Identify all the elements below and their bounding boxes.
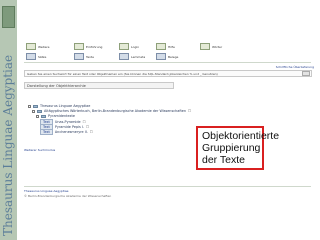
tree-checkbox[interactable] <box>28 104 31 108</box>
search-bar[interactable]: Geben Sie einen Suchwort für einen Text … <box>24 70 312 77</box>
tree-checkbox[interactable] <box>36 114 39 118</box>
sidebar-title: Thesaurus Linguae Aegyptiae <box>1 54 15 236</box>
toolbar-icon <box>156 43 166 50</box>
section-title: Darstellung der Objekthierarchie <box>24 82 174 89</box>
toolbar-item-4[interactable]: Hilfe <box>156 43 175 50</box>
toolbar-item-1[interactable]: Weitere <box>26 43 50 50</box>
toolbar-icon <box>119 53 129 60</box>
tree-item[interactable]: Text Anchenesmeryre II. ☐ <box>40 129 93 135</box>
top-right-link[interactable]: Schriftliche Überlieferung <box>276 65 314 69</box>
footer-line-1[interactable]: Thesaurus Linguae Aegyptiae <box>24 189 69 193</box>
toolbar-item-2[interactable]: Einführung <box>74 43 102 50</box>
toolbar-divider <box>24 62 311 63</box>
toolbar-item-8[interactable]: Lemmata <box>119 53 145 60</box>
toolbar-icon <box>74 53 84 60</box>
info-icon[interactable]: ☐ <box>188 109 191 113</box>
toolbar-icon <box>156 53 166 60</box>
info-icon[interactable]: ☐ <box>90 130 93 134</box>
toolbar-item-7[interactable]: Texte <box>74 53 94 60</box>
toolbar-icon <box>26 43 36 50</box>
footer-link[interactable]: Weiterer Suchmodus <box>24 148 55 152</box>
toolbar-icon <box>200 43 210 50</box>
toolbar-item-9[interactable]: Belege <box>156 53 178 60</box>
annotation-callout: Objektorientierte Gruppierung der Texte <box>196 126 279 170</box>
toolbar-icon <box>74 43 84 50</box>
tree-item[interactable]: Altägyptisches Wörterbuch, Berlin-Brande… <box>32 109 191 113</box>
toolbar-item-3[interactable]: Login <box>119 43 139 50</box>
tree-checkbox[interactable] <box>32 109 35 113</box>
tree-badge[interactable]: Text <box>40 129 53 135</box>
footer-divider <box>24 186 311 187</box>
footer-line-2: © Berlin-Brandenburgische Akademie der W… <box>24 194 112 198</box>
folder-icon <box>33 104 38 108</box>
folder-icon <box>37 109 42 113</box>
toolbar-item-5[interactable]: Wörter <box>200 43 222 50</box>
search-hint: Geben Sie einen Suchwort für einen Text … <box>27 71 218 76</box>
tree-item[interactable]: Pyramidentexte <box>36 114 75 118</box>
toolbar-icon <box>26 53 36 60</box>
tree-item[interactable]: Thesaurus Linguae Aegyptiae <box>28 104 90 108</box>
toolbar-icon <box>119 43 129 50</box>
folder-icon <box>41 114 46 118</box>
search-button[interactable] <box>302 71 310 76</box>
main-toolbar: Weitere Einführung Login Hilfe Wörter Sä… <box>24 40 246 62</box>
toolbar-item-6[interactable]: Sätze <box>26 53 46 60</box>
sidebar-banner: Thesaurus Linguae Aegyptiae <box>0 0 17 240</box>
logo-icon <box>2 6 15 28</box>
